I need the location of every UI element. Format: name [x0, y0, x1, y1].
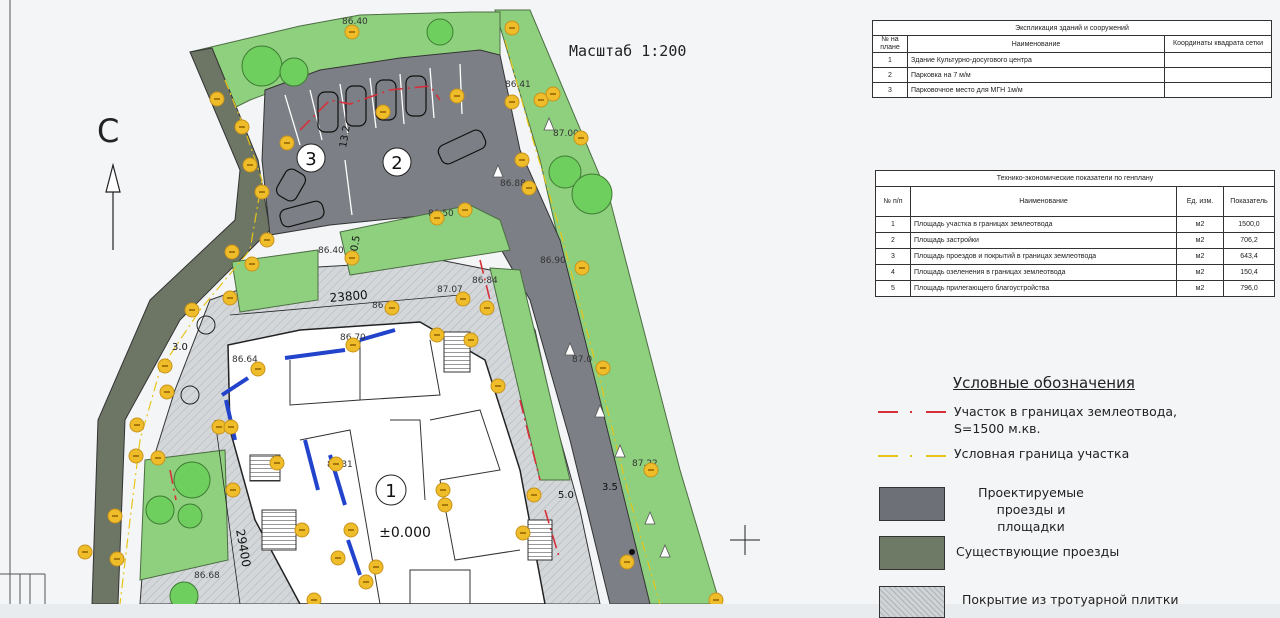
scale-label: Масштаб 1:200 [569, 42, 687, 60]
table-row: 3 Парковочное место для МГН 1м/м [872, 82, 1272, 98]
dimension-d5: 3.0 [172, 342, 188, 353]
explication-title: Экспликация зданий и сооружений [872, 20, 1272, 36]
position-1-label: 1 [385, 481, 396, 502]
elevation-label: 86.40 [318, 246, 344, 256]
explication-header-coord: Координаты квадрата сетки [1164, 35, 1272, 53]
legend-swatch-existing [879, 536, 945, 570]
grid-cross [730, 525, 760, 555]
position-2-label: 2 [391, 153, 402, 174]
table-row: 4 Площадь озеленения в границах землеотв… [875, 264, 1275, 281]
note-marker [306, 592, 322, 604]
explication-table: Экспликация зданий и сооружений № на пла… [872, 20, 1272, 98]
stair-west [261, 509, 297, 551]
elevation-label: 86.68 [194, 571, 220, 581]
indicators-header-name: Наименование [910, 186, 1177, 217]
table-row: 3 Площадь проездов и покрытий в границах… [875, 248, 1275, 265]
elevation-label: 86.41 [505, 80, 531, 90]
indicators-header-value: Показатель [1223, 186, 1275, 217]
indicators-table: Технико-экономические показатели по генп… [875, 170, 1275, 297]
legend-swatch-paving [879, 586, 945, 618]
north-arrow [105, 162, 121, 250]
position-3-label: 3 [305, 149, 316, 170]
indicators-header-num: № п/п [875, 186, 911, 217]
note-marker [708, 592, 724, 604]
elevation-label: 86.84 [472, 276, 498, 286]
north-letter: С [97, 112, 120, 150]
legend-item-allotment: Участок в границах землеотвода, S=1500 м… [954, 403, 1177, 437]
indicators-header-unit: Ед. изм. [1176, 186, 1224, 217]
explication-header-name: Наименование [907, 35, 1165, 53]
drawing-sheet: 3 2 1 ±0.000 23800 29400 10.5 13.2 5.0 3… [0, 0, 1280, 618]
legend-item-conditional: Условная граница участка [954, 446, 1130, 461]
legend-title: Условные обозначения [953, 374, 1135, 392]
table-row: 2 Парковка на 7 м/м [872, 67, 1272, 83]
zero-level-label: ±0.000 [379, 525, 431, 541]
legend-item-projected: Проектируемые проезды и площадки [956, 484, 1106, 535]
legend-swatch-projected [879, 487, 945, 521]
explication-header-num: № на плане [872, 35, 908, 53]
table-row: 2 Площадь застройки м2 706,2 [875, 232, 1275, 249]
dimension-d3: 5.0 [558, 490, 574, 501]
legend-item-projected-line1: Проектируемые проезды и [978, 485, 1084, 517]
elevation-label: 86.90 [540, 256, 566, 266]
legend-line-symbols [878, 411, 946, 457]
legend-item-allotment-line1: Участок в границах землеотвода, [954, 404, 1177, 419]
legend-item-projected-line2: площадки [997, 519, 1065, 534]
legend-item-existing: Существующие проезды [956, 544, 1120, 559]
table-row: 5 Площадь прилегающего благоустройства м… [875, 280, 1275, 297]
stair-east [527, 519, 553, 561]
table-row: 1 Здание Культурно-досугового центра [872, 52, 1272, 68]
dimension-d4: 3.5 [602, 482, 618, 493]
elevation-label: 87.0 [572, 355, 592, 365]
indicators-title: Технико-экономические показатели по генп… [875, 170, 1275, 187]
legend-item-allotment-line2: S=1500 м.кв. [954, 421, 1041, 436]
legend-item-paving: Покрытие из тротуарной плитки [962, 592, 1179, 607]
table-row: 1 Площадь участка в границах землеотвода… [875, 216, 1275, 233]
